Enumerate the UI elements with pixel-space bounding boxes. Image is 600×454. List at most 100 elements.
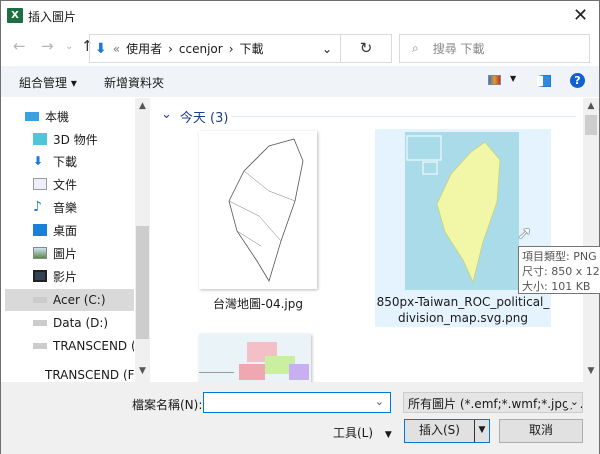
sidebar-item-music[interactable]: ♪ 音樂 [5, 196, 134, 218]
scroll-up-arrow[interactable]: ▲ [135, 101, 150, 111]
view-dropdown-icon[interactable]: ▼ [510, 74, 516, 83]
3d-objects-icon [33, 133, 47, 145]
file-name-line2: division_map.svg.png [397, 311, 529, 325]
sidebar-item-drive-c[interactable]: Acer (C:) [5, 289, 134, 311]
filename-input[interactable]: ⌄ [203, 392, 391, 413]
navigation-pane: 本機 3D 物件 ⬇ 下載 文件 ♪ 音樂 桌面 圖片 影片 Acer (C:) D… [1, 98, 149, 382]
download-icon: ⬇ [95, 40, 107, 57]
filetype-value: 所有圖片 (*.emf;*.wmf;*.jpg;*.jp [408, 397, 583, 411]
tooltip-dimensions: 尺寸: 850 x 120 [522, 265, 600, 278]
group-header-today[interactable]: ⌄ 今天 (3) [161, 107, 228, 126]
search-icon: ⌕ [412, 41, 419, 55]
sidebar-item-drive-f2[interactable]: TRANSCEND (F:) [5, 364, 134, 382]
filename-label: 檔案名稱(N): [132, 398, 203, 412]
filetype-select[interactable]: 所有圖片 (*.emf;*.wmf;*.jpg;*.jp ⌄ [403, 392, 583, 413]
help-icon[interactable]: ? [570, 73, 585, 88]
sidebar-item-pictures[interactable]: 圖片 [5, 242, 134, 264]
search-placeholder: 搜尋 下載 [432, 42, 485, 56]
sidebar-item-downloads[interactable]: ⬇ 下載 [5, 150, 134, 172]
breadcrumb-separator[interactable]: › [168, 42, 173, 56]
breadcrumb-users[interactable]: 使用者 [126, 40, 162, 57]
collapse-chevron-icon[interactable]: ⌄ [161, 107, 172, 126]
scroll-up-arrow[interactable]: ▲ [583, 101, 599, 111]
insert-button[interactable]: 插入(S) ▼ [404, 419, 490, 443]
title-bar [1, 1, 599, 31]
sidebar-item-label: 影片 [53, 269, 78, 284]
tooltip-filesize: 大小: 101 KB [522, 280, 591, 293]
back-button[interactable]: ← [13, 37, 26, 55]
file-thumbnail [405, 132, 519, 290]
file-name: 台灣地圖-04.jpg [213, 297, 303, 311]
navigation-scrollbar[interactable]: ▲ ▼ [135, 98, 150, 382]
computer-icon [25, 111, 39, 121]
sidebar-item-label: 桌面 [53, 223, 78, 238]
sidebar-item-label: Data (D:) [53, 316, 109, 330]
chevron-down-icon: ⌄ [566, 395, 579, 408]
sidebar-item-label: Acer (C:) [53, 293, 106, 307]
pictures-icon [33, 247, 47, 259]
sidebar-item-3d-objects[interactable]: 3D 物件 [5, 128, 134, 150]
scrollbar-thumb[interactable] [585, 115, 597, 135]
filename-dropdown-icon[interactable]: ⌄ [375, 395, 384, 408]
insert-dropdown-icon[interactable]: ▼ [474, 420, 489, 442]
file-name-line1: 850px-Taiwan_ROC_political_ [376, 295, 550, 309]
sidebar-item-label: 文件 [53, 177, 78, 192]
drive-icon [33, 343, 47, 349]
content-scrollbar[interactable]: ▲ ▼ [583, 98, 599, 382]
documents-icon [33, 178, 47, 190]
sidebar-item-label: 下載 [53, 154, 78, 169]
forward-button[interactable]: → [41, 37, 54, 55]
window-title: 插入圖片 [28, 10, 77, 24]
tools-button[interactable]: 工具(L) ▼ [333, 424, 392, 441]
sidebar-item-label: 音樂 [53, 200, 78, 215]
breadcrumb-ccenjor[interactable]: ccenjor [179, 42, 223, 56]
cancel-button[interactable]: 取消 [499, 419, 583, 443]
group-divider [231, 116, 576, 117]
videos-icon [33, 270, 47, 282]
desktop-icon [33, 224, 47, 236]
sidebar-item-documents[interactable]: 文件 [5, 173, 134, 195]
file-thumbnail [199, 131, 317, 289]
recent-dropdown[interactable]: ⌄ [65, 41, 73, 52]
download-icon: ⬇ [33, 154, 44, 168]
search-input[interactable]: ⌕ 搜尋 下載 [399, 34, 590, 63]
drive-icon [33, 320, 47, 326]
file-item[interactable] [199, 334, 311, 382]
group-label: 今天 (3) [179, 111, 229, 126]
sidebar-item-videos[interactable]: 影片 [5, 265, 134, 287]
address-dropdown[interactable]: ⌄ [322, 42, 332, 56]
insert-label: 插入(S) [419, 423, 460, 437]
close-button[interactable]: ✕ [573, 5, 588, 26]
file-tooltip: 項目類型: PNG 尺寸: 850 x 120 大小: 101 KB [518, 246, 600, 294]
scrollbar-thumb[interactable] [136, 226, 149, 339]
mouse-cursor-icon: ➚ [517, 223, 533, 244]
breadcrumb-separator[interactable]: › [229, 42, 234, 56]
scroll-down-arrow[interactable]: ▼ [583, 366, 599, 376]
sidebar-item-label: TRANSCEND (F [53, 339, 134, 353]
sidebar-item-label: 本機 [45, 109, 70, 124]
tooltip-type: 項目類型: PNG [522, 250, 597, 263]
organize-button[interactable]: 組合管理 ▾ [19, 74, 77, 91]
sidebar-item-drive-f[interactable]: TRANSCEND (F [5, 335, 134, 357]
scroll-down-arrow[interactable]: ▼ [135, 366, 150, 376]
sidebar-item-label: 3D 物件 [53, 132, 98, 147]
refresh-button[interactable]: ↻ [340, 34, 392, 63]
tools-dropdown-icon: ▼ [384, 430, 392, 440]
sidebar-item-label: 圖片 [53, 246, 78, 261]
sidebar-item-this-pc[interactable]: 本機 [5, 105, 134, 127]
sidebar-item-drive-d[interactable]: Data (D:) [5, 312, 134, 334]
music-icon: ♪ [33, 199, 42, 215]
sidebar-item-desktop[interactable]: 桌面 [5, 219, 134, 241]
overflow-crumbs[interactable]: « [113, 42, 120, 56]
file-name: 850px-Taiwan_ROC_political_ division_map… [375, 294, 551, 326]
tools-label: 工具(L) [333, 426, 374, 440]
address-bar[interactable]: ⬇ « 使用者 › ccenjor › 下載 ⌄ [89, 34, 341, 63]
view-options-icon[interactable] [488, 75, 501, 85]
excel-icon: X [7, 8, 23, 23]
drive-icon [33, 297, 47, 303]
breadcrumb-downloads[interactable]: 下載 [240, 40, 264, 57]
sidebar-item-label: TRANSCEND (F:) [45, 368, 134, 382]
file-item[interactable]: 台灣地圖-04.jpg [199, 131, 317, 311]
preview-pane-icon[interactable] [537, 75, 551, 87]
new-folder-button[interactable]: 新增資料夾 [104, 74, 164, 91]
